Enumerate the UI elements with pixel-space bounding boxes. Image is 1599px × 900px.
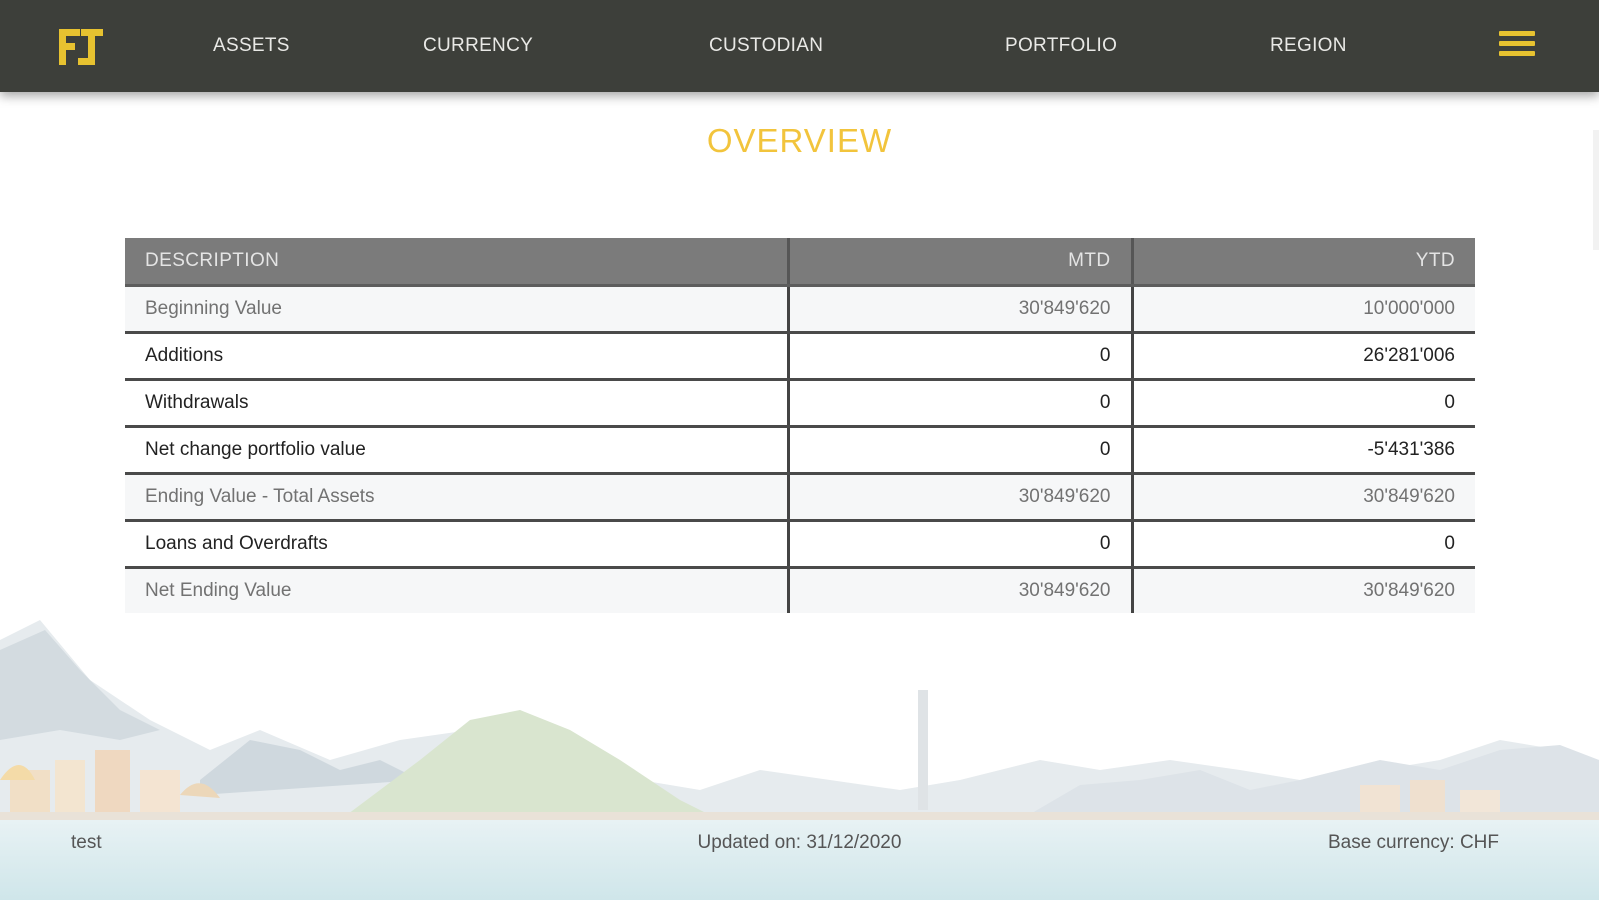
nav-assets[interactable]: ASSETS — [213, 0, 290, 92]
nav-portfolio[interactable]: PORTFOLIO — [1005, 0, 1117, 92]
table-row: Additions 0 26'281'006 — [125, 332, 1475, 381]
header-ytd[interactable]: YTD — [1132, 238, 1475, 287]
row-mtd-value: 0 — [788, 379, 1134, 428]
row-description: Net change portfolio value — [125, 426, 790, 475]
table-row: Ending Value - Total Assets 30'849'620 3… — [125, 473, 1475, 522]
row-mtd-value: 30'849'620 — [788, 473, 1134, 522]
top-navbar: ASSETS CURRENCY CUSTODIAN PORTFOLIO REGI… — [0, 0, 1599, 92]
row-description: Loans and Overdrafts — [125, 520, 790, 569]
row-mtd-value: 30'849'620 — [788, 285, 1134, 334]
row-ytd-value: 30'849'620 — [1132, 567, 1475, 613]
row-ytd-value: 0 — [1132, 520, 1475, 569]
hamburger-menu-icon[interactable] — [1499, 31, 1535, 61]
row-mtd-value: 30'849'620 — [788, 567, 1134, 613]
header-description[interactable]: DESCRIPTION — [125, 238, 790, 287]
nav-custodian[interactable]: CUSTODIAN — [709, 0, 823, 92]
row-mtd-value: 0 — [788, 520, 1134, 569]
row-ytd-value: 26'281'006 — [1132, 332, 1475, 381]
table-row: Loans and Overdrafts 0 0 — [125, 520, 1475, 569]
row-description: Additions — [125, 332, 790, 381]
header-mtd[interactable]: MTD — [788, 238, 1134, 287]
row-ytd-value: -5'431'386 — [1132, 426, 1475, 475]
overview-table: DESCRIPTION MTD YTD Beginning Value 30'8… — [125, 238, 1475, 613]
row-description: Withdrawals — [125, 379, 790, 428]
row-description: Net Ending Value — [125, 567, 790, 613]
row-mtd-value: 0 — [788, 332, 1134, 381]
row-ytd-value: 30'849'620 — [1132, 473, 1475, 522]
landscape-illustration — [0, 620, 1599, 900]
ft-logo-icon[interactable] — [56, 26, 106, 68]
nav-region[interactable]: REGION — [1270, 0, 1347, 92]
row-description: Ending Value - Total Assets — [125, 473, 790, 522]
page-title: OVERVIEW — [706, 122, 893, 159]
table-row: Net change portfolio value 0 -5'431'386 — [125, 426, 1475, 475]
row-ytd-value: 0 — [1132, 379, 1475, 428]
table-row: Beginning Value 30'849'620 10'000'000 — [125, 285, 1475, 334]
table-header-row: DESCRIPTION MTD YTD — [125, 238, 1475, 287]
footer-base-currency: Base currency: CHF — [1327, 832, 1499, 853]
nav-currency[interactable]: CURRENCY — [423, 0, 533, 92]
row-mtd-value: 0 — [788, 426, 1134, 475]
row-ytd-value: 10'000'000 — [1132, 285, 1475, 334]
table-row: Withdrawals 0 0 — [125, 379, 1475, 428]
table-row: Net Ending Value 30'849'620 30'849'620 — [125, 567, 1475, 613]
row-description: Beginning Value — [125, 285, 790, 334]
